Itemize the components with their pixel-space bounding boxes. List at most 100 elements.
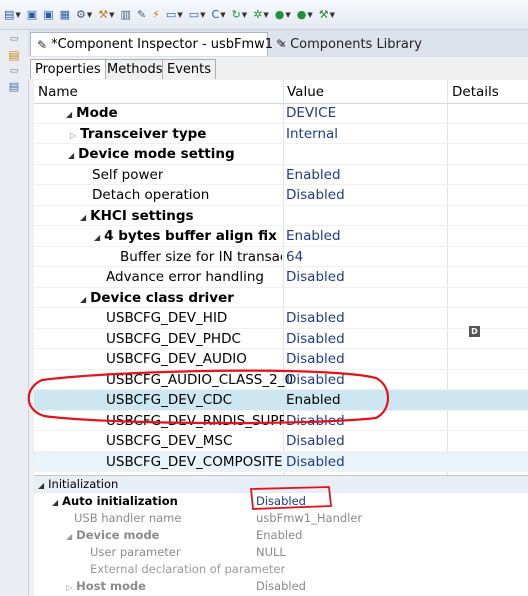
collapse-icon[interactable]: ◢	[80, 295, 86, 304]
pen-icon[interactable]: ✎	[137, 8, 146, 21]
property-row[interactable]: Buffer size for IN transaction 64	[34, 247, 528, 267]
collapse-icon[interactable]: ◢	[68, 151, 74, 160]
lightning-icon[interactable]: ⚡	[152, 8, 160, 21]
grid-header: Name Value Details	[34, 80, 528, 104]
row-name: 4 bytes buffer align fix	[104, 228, 277, 244]
row-value[interactable]: Disabled	[256, 579, 306, 593]
refresh-icon[interactable]: ↻ ▼	[232, 8, 248, 21]
details-badge[interactable]: D	[469, 326, 480, 337]
tab-events-label: Events	[167, 62, 212, 77]
collapse-icon[interactable]: ◢	[66, 532, 72, 541]
run-icon[interactable]: ● ▼	[275, 8, 291, 21]
row-value[interactable]: 64	[286, 249, 303, 265]
row-value[interactable]: Disabled	[286, 433, 345, 449]
property-row[interactable]: USBCFG_DEV_PHDC Disabled	[34, 329, 528, 349]
row-value[interactable]: DEVICE	[286, 105, 336, 121]
row-value[interactable]: usbFmw1_Handler	[256, 511, 362, 525]
collapse-icon[interactable]: ◢	[66, 110, 72, 119]
row-value[interactable]: Enabled	[256, 528, 302, 542]
init-row[interactable]: ▷ Host mode Disabled	[34, 578, 528, 595]
property-row[interactable]: ◢ KHCI settings	[34, 206, 528, 226]
property-row-selected[interactable]: USBCFG_DEV_CDC Enabled	[34, 390, 528, 411]
save-all-icon[interactable]: ▣	[43, 8, 53, 21]
init-header-row[interactable]: ◢ Initialization	[34, 476, 528, 493]
property-row[interactable]: USBCFG_DEV_AUDIO Disabled	[34, 349, 528, 370]
row-value[interactable]: Disabled	[256, 494, 306, 508]
init-row[interactable]: User parameter NULL	[34, 544, 528, 561]
binary-icon[interactable]: ▥	[121, 8, 131, 21]
minimize-icon[interactable]: ▭	[3, 34, 25, 44]
tab-components-library[interactable]: ✎ Components Library	[270, 32, 428, 56]
save-icon[interactable]: ▣	[27, 8, 37, 21]
row-value[interactable]: Enabled	[286, 228, 341, 244]
init-row[interactable]: USB handler name usbFmw1_Handler	[34, 510, 528, 527]
init-row[interactable]: ◢ Auto initialization Disabled	[34, 493, 528, 510]
row-name: Buffer size for IN transaction	[120, 248, 282, 265]
row-value[interactable]: Disabled	[286, 331, 345, 347]
property-row-mode[interactable]: ◢ Mode DEVICE	[34, 103, 528, 124]
row-value[interactable]: Disabled	[286, 372, 345, 388]
tab-methods-label: Methods	[107, 62, 163, 77]
tools-icon[interactable]: ⚒ ▼	[319, 8, 335, 21]
tab-properties-label: Properties	[35, 62, 101, 77]
row-value[interactable]: Internal	[286, 126, 338, 142]
row-name: User parameter	[90, 545, 181, 559]
print-icon[interactable]: ▦	[60, 8, 70, 21]
column-header-name[interactable]: Name	[38, 84, 78, 100]
property-row[interactable]: USBCFG_DEV_RNDIS_SUPPORT Disabled	[34, 411, 528, 431]
row-value[interactable]: Disabled	[286, 351, 345, 367]
collapse-icon[interactable]: ◢	[38, 481, 44, 490]
row-value[interactable]: Disabled	[286, 269, 345, 285]
row-name: Device mode	[76, 528, 160, 542]
tab-component-inspector[interactable]: ✎ *Component Inspector - usbFmw1 ✕	[30, 32, 287, 56]
property-row[interactable]: ◢ 4 bytes buffer align fix Enabled	[34, 226, 528, 247]
property-row[interactable]: Self power Enabled	[34, 165, 528, 185]
row-value[interactable]: Disabled	[286, 187, 345, 203]
c-file-icon[interactable]: C ▼	[212, 8, 226, 21]
collapse-icon[interactable]: ◢	[94, 233, 100, 242]
run-config-icon[interactable]: ● ▼	[297, 8, 313, 21]
init-row[interactable]: External declaration of parameter	[34, 561, 528, 578]
new-icon[interactable]: ▤ ▼	[4, 8, 21, 21]
row-name: Self power	[92, 166, 164, 183]
property-row[interactable]: Advance error handling Disabled	[34, 267, 528, 288]
tab-methods[interactable]: Methods	[102, 59, 168, 79]
column-header-value[interactable]: Value	[287, 84, 324, 100]
project-icon[interactable]: ▤	[3, 48, 25, 62]
column-header-details[interactable]: Details	[452, 84, 499, 100]
hammer-icon[interactable]: ⚒ ▼	[98, 8, 114, 21]
row-name: Device class driver	[90, 289, 234, 306]
property-row[interactable]: Detach operation Disabled	[34, 185, 528, 206]
row-value[interactable]: NULL	[256, 545, 286, 559]
tab-properties[interactable]: Properties	[30, 59, 106, 79]
property-row[interactable]: USBCFG_DEV_HID Disabled	[34, 308, 528, 329]
row-value[interactable]: Disabled	[286, 310, 345, 326]
expand-icon[interactable]: ▷	[66, 583, 72, 592]
row-value[interactable]: Disabled	[286, 413, 345, 429]
expand-icon[interactable]: ▷	[70, 131, 76, 140]
row-name: USBCFG_DEV_PHDC	[106, 330, 241, 347]
row-name: Auto initialization	[62, 494, 178, 508]
row-value[interactable]: Disabled	[286, 454, 345, 470]
property-row[interactable]: ◢ Device class driver	[34, 288, 528, 308]
collapse-icon[interactable]: ◢	[80, 213, 86, 222]
tab-events[interactable]: Events	[162, 59, 217, 79]
row-value[interactable]: Enabled	[286, 167, 341, 183]
open-icon[interactable]: ▭ ▼	[189, 8, 206, 21]
property-row[interactable]: USBCFG_AUDIO_CLASS_2_0 Disabled	[34, 370, 528, 390]
build-icon[interactable]: ⚙ ▼	[76, 8, 92, 21]
minimize-icon-2[interactable]: ▭	[3, 66, 25, 76]
init-row[interactable]: ◢ Device mode Enabled	[34, 527, 528, 544]
row-name: USBCFG_AUDIO_CLASS_2_0	[106, 371, 294, 388]
property-row[interactable]: ◢ Device mode setting	[34, 144, 528, 165]
property-row[interactable]: USBCFG_DEV_COMPOSITE Disabled	[34, 451, 528, 472]
row-value[interactable]: Enabled	[286, 392, 341, 408]
property-row[interactable]: USBCFG_DEV_MSC Disabled	[34, 431, 528, 452]
outline-icon[interactable]: ▤	[3, 80, 25, 93]
tab-components-library-label: Components Library	[290, 36, 422, 52]
collapse-icon[interactable]: ◢	[52, 498, 58, 507]
property-row[interactable]: ▷ Transceiver type Internal	[34, 124, 528, 144]
bug-icon[interactable]: ✲ ▼	[253, 8, 269, 21]
window-icon[interactable]: ▭ ▼	[166, 8, 183, 21]
tab-component-inspector-label: *Component Inspector - usbFmw1	[51, 37, 274, 52]
